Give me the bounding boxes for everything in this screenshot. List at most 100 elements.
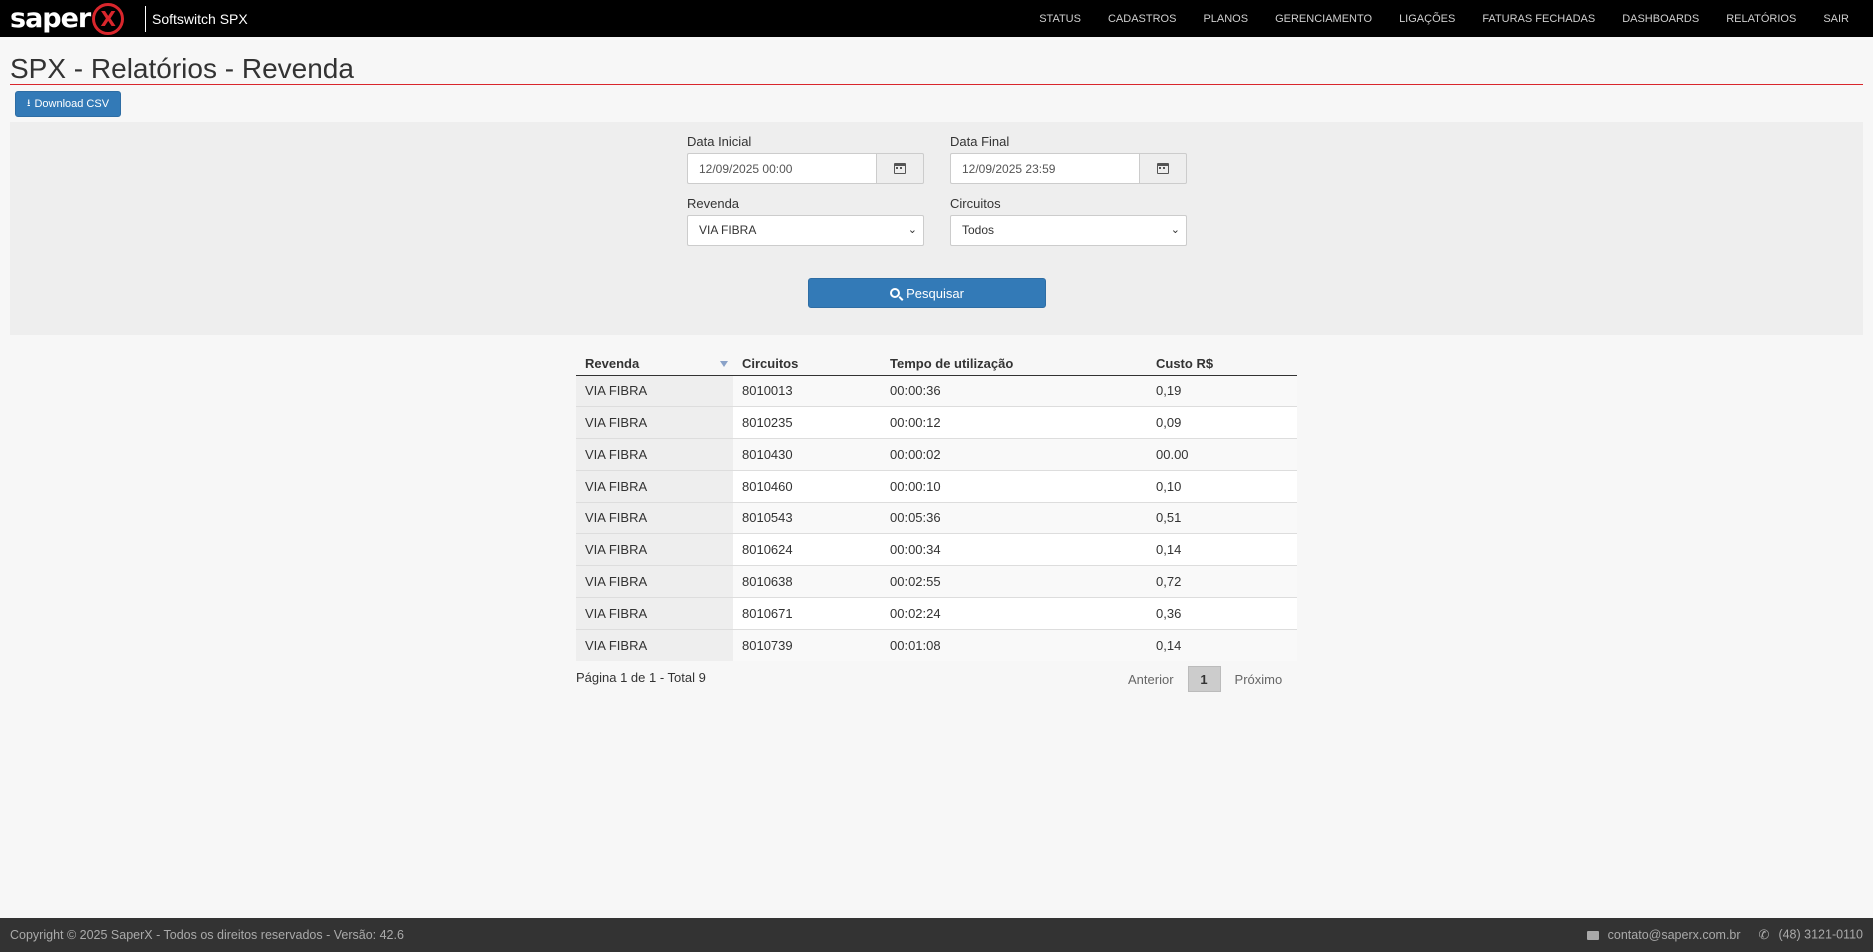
nav-faturas-fechadas[interactable]: FATURAS FECHADAS: [1482, 13, 1595, 25]
col-revenda-label: Revenda: [585, 356, 640, 372]
circuitos-select[interactable]: Todos ⌄: [950, 215, 1187, 246]
download-icon: ⭳: [26, 97, 31, 109]
cell-custo: 0,72: [1147, 565, 1297, 598]
nav-dashboards[interactable]: DASHBOARDS: [1622, 13, 1699, 25]
cell-circuito: 8010739: [733, 628, 881, 661]
data-inicial-calendar-button[interactable]: [876, 153, 924, 184]
pagination-page-1[interactable]: 1: [1187, 666, 1221, 692]
cell-revenda: VIA FIBRA: [576, 501, 733, 534]
cell-revenda: VIA FIBRA: [576, 438, 733, 471]
cell-circuito: 8010235: [733, 406, 881, 439]
nav-gerenciamento[interactable]: GERENCIAMENTO: [1275, 13, 1372, 25]
download-csv-label: Download CSV: [34, 98, 110, 110]
title-divider: [10, 84, 1863, 85]
cell-tempo: 00:00:12: [881, 406, 1147, 439]
data-final-label: Data Final: [950, 134, 1010, 149]
cell-custo: 0,51: [1147, 501, 1297, 534]
top-navbar: saper X Softswitch SPX STATUS CADASTROS …: [0, 0, 1873, 37]
data-inicial-group: Data Inicial: [687, 134, 924, 184]
logo-text: saper: [10, 3, 91, 34]
nav-status[interactable]: STATUS: [1039, 13, 1081, 25]
footer: Copyright © 2025 SaperX - Todos os direi…: [0, 918, 1873, 952]
cell-revenda: VIA FIBRA: [576, 596, 733, 629]
table-row: VIA FIBRA 8010543 00:05:36 0,51: [576, 501, 1297, 534]
table-row: VIA FIBRA 8010624 00:00:34 0,14: [576, 533, 1297, 566]
cell-custo: 0,09: [1147, 406, 1297, 439]
revenda-group: Revenda VIA FIBRA ⌄: [687, 196, 924, 246]
product-name[interactable]: Softswitch SPX: [145, 5, 248, 32]
cell-custo: 0,14: [1147, 628, 1297, 661]
revenda-label: Revenda: [687, 196, 740, 211]
nav-ligacoes[interactable]: LIGAÇÕES: [1399, 13, 1455, 25]
cell-tempo: 00:00:36: [881, 374, 1147, 407]
footer-phone: ✆ (48) 3121-0110: [1759, 927, 1863, 943]
cell-tempo: 00:00:34: [881, 533, 1147, 566]
cell-circuito: 8010624: [733, 533, 881, 566]
revenda-selected-value: VIA FIBRA: [699, 223, 757, 237]
cell-custo: 0,36: [1147, 596, 1297, 629]
cell-tempo: 00:02:55: [881, 565, 1147, 598]
revenda-select[interactable]: VIA FIBRA ⌄: [687, 215, 924, 246]
cell-tempo: 00:00:10: [881, 469, 1147, 502]
chevron-down-icon: ⌄: [907, 224, 917, 236]
nav-relatorios[interactable]: RELATÓRIOS: [1726, 13, 1796, 25]
table-row: VIA FIBRA 8010638 00:02:55 0,72: [576, 565, 1297, 598]
chevron-down-icon: ⌄: [1170, 224, 1180, 236]
data-final-group: Data Final: [950, 134, 1187, 184]
results-table: Revenda Circuitos Tempo de utilização Cu…: [576, 353, 1297, 661]
search-icon: [890, 288, 901, 298]
data-final-input[interactable]: [950, 153, 1139, 184]
circuitos-label: Circuitos: [950, 196, 1001, 211]
footer-copyright: Copyright © 2025 SaperX - Todos os direi…: [10, 928, 404, 942]
saperx-logo[interactable]: saper X: [0, 0, 145, 37]
main-menu: STATUS CADASTROS PLANOS GERENCIAMENTO LI…: [1039, 0, 1873, 37]
cell-tempo: 00:02:24: [881, 596, 1147, 629]
cell-circuito: 8010543: [733, 501, 881, 534]
col-custo-header[interactable]: Custo R$: [1147, 353, 1297, 376]
table-row: VIA FIBRA 8010430 00:00:02 00.00: [576, 438, 1297, 471]
col-tempo-header[interactable]: Tempo de utilização: [881, 353, 1147, 376]
cell-circuito: 8010638: [733, 565, 881, 598]
pagination-next[interactable]: Próximo: [1221, 672, 1297, 687]
cell-custo: 00.00: [1147, 438, 1297, 471]
data-inicial-input[interactable]: [687, 153, 876, 184]
footer-email-text: contato@saperx.com.br: [1607, 928, 1741, 942]
download-csv-button[interactable]: ⭳ Download CSV: [15, 91, 121, 117]
nav-cadastros[interactable]: CADASTROS: [1108, 13, 1176, 25]
cell-revenda: VIA FIBRA: [576, 374, 733, 407]
table-row: VIA FIBRA 8010235 00:00:12 0,09: [576, 406, 1297, 439]
cell-circuito: 8010671: [733, 596, 881, 629]
col-circuitos-header[interactable]: Circuitos: [733, 353, 881, 376]
phone-icon: ✆: [1758, 927, 1770, 942]
cell-tempo: 00:01:08: [881, 628, 1147, 661]
footer-email[interactable]: contato@saperx.com.br: [1586, 928, 1741, 942]
nav-planos[interactable]: PLANOS: [1203, 13, 1248, 25]
pesquisar-button[interactable]: Pesquisar: [808, 278, 1046, 308]
cell-revenda: VIA FIBRA: [576, 406, 733, 439]
calendar-icon: [894, 163, 906, 174]
cell-revenda: VIA FIBRA: [576, 565, 733, 598]
circuitos-group: Circuitos Todos ⌄: [950, 196, 1187, 246]
table-row: VIA FIBRA 8010460 00:00:10 0,10: [576, 469, 1297, 502]
table-row: VIA FIBRA 8010739 00:01:08 0,14: [576, 628, 1297, 661]
calendar-icon: [1157, 163, 1169, 174]
footer-phone-text: (48) 3121-0110: [1778, 927, 1863, 942]
pesquisar-label: Pesquisar: [906, 285, 964, 301]
table-header-row: Revenda Circuitos Tempo de utilização Cu…: [576, 353, 1297, 376]
cell-circuito: 8010430: [733, 438, 881, 471]
sort-desc-icon: [720, 361, 728, 367]
cell-tempo: 00:05:36: [881, 501, 1147, 534]
col-revenda-header[interactable]: Revenda: [576, 353, 733, 376]
circuitos-selected-value: Todos: [962, 223, 995, 237]
cell-revenda: VIA FIBRA: [576, 628, 733, 661]
data-final-calendar-button[interactable]: [1139, 153, 1187, 184]
table-row: VIA FIBRA 8010671 00:02:24 0,36: [576, 596, 1297, 629]
logo-x-mark: X: [92, 2, 125, 35]
nav-sair[interactable]: SAIR: [1823, 13, 1849, 25]
pagination-prev[interactable]: Anterior: [1114, 672, 1188, 687]
cell-tempo: 00:00:02: [881, 438, 1147, 471]
cell-custo: 0,19: [1147, 374, 1297, 407]
cell-revenda: VIA FIBRA: [576, 469, 733, 502]
cell-circuito: 8010013: [733, 374, 881, 407]
data-inicial-label: Data Inicial: [687, 134, 752, 149]
